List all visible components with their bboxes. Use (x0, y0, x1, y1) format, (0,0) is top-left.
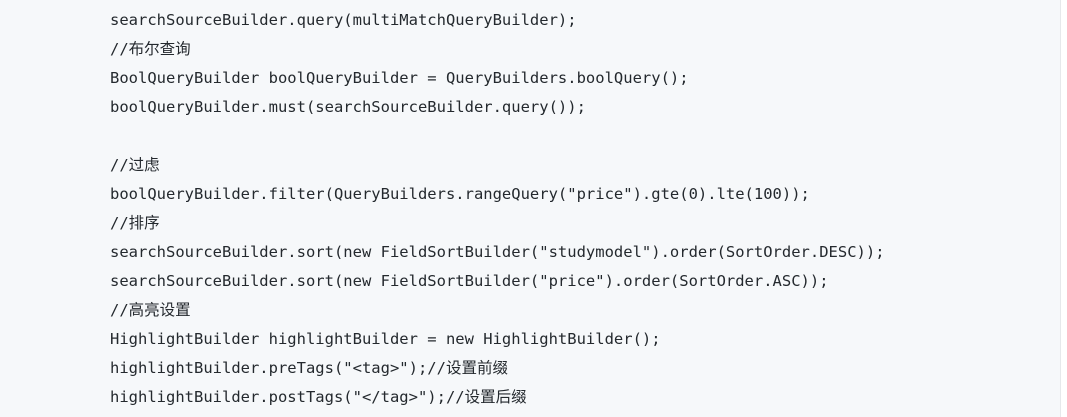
code-lines: searchSourceBuilder.query(multiMatchQuer… (0, 0, 1060, 412)
code-line-comment: //布尔查询 (110, 40, 191, 58)
code-line: highlightBuilder.postTags("</tag>");//设置… (110, 388, 527, 406)
code-line: searchSourceBuilder.sort(new FieldSortBu… (110, 272, 829, 290)
code-line: BoolQueryBuilder boolQueryBuilder = Quer… (110, 69, 689, 87)
code-line: highlightBuilder.preTags("<tag>");//设置前缀 (110, 359, 508, 377)
code-line-comment: //排序 (110, 214, 160, 232)
code-line: searchSourceBuilder.query(multiMatchQuer… (110, 11, 577, 29)
code-line: HighlightBuilder highlightBuilder = new … (110, 330, 661, 348)
code-line: searchSourceBuilder.sort(new FieldSortBu… (110, 243, 885, 261)
code-line: boolQueryBuilder.filter(QueryBuilders.ra… (110, 185, 810, 203)
code-line-comment: //过虑 (110, 156, 160, 174)
code-line: boolQueryBuilder.must(searchSourceBuilde… (110, 98, 586, 116)
code-line-comment: //高亮设置 (110, 301, 191, 319)
code-line-blank (110, 122, 1060, 151)
code-block: searchSourceBuilder.query(multiMatchQuer… (0, 0, 1061, 417)
